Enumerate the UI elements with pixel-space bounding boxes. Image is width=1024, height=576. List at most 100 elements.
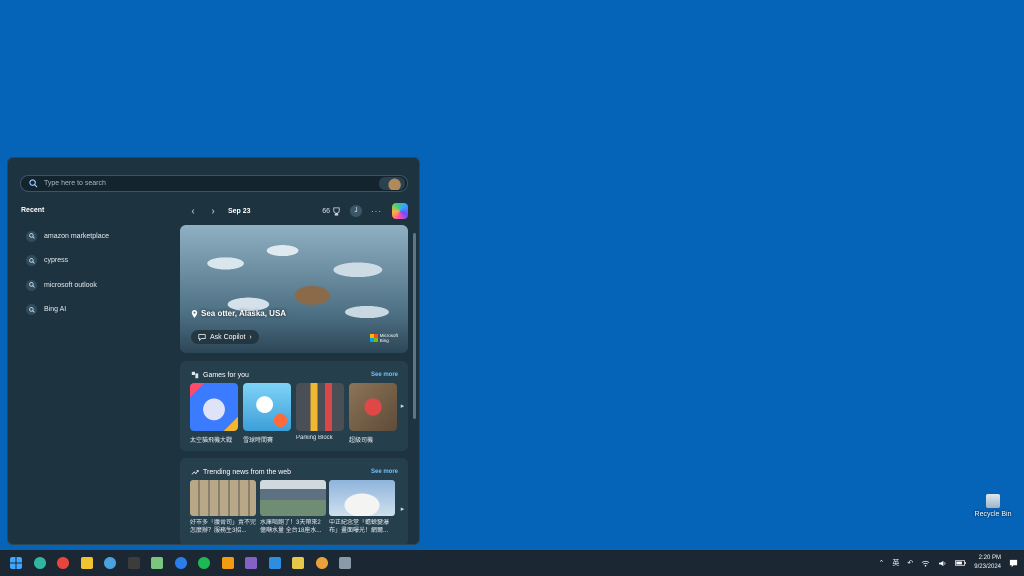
chevron-up-icon[interactable]: ⌃	[879, 559, 885, 567]
volume-icon[interactable]	[938, 560, 947, 567]
ime-indicator[interactable]: 英	[892, 558, 899, 568]
news-thumbnail	[190, 480, 256, 516]
visual-studio-taskbar-button[interactable]	[242, 554, 260, 572]
game-thumbnail	[190, 383, 238, 431]
ask-copilot-label: Ask Copilot	[210, 333, 246, 341]
scrollbar-thumb[interactable]	[413, 233, 416, 419]
recent-heading: Recent	[21, 207, 45, 214]
search-icon	[26, 304, 37, 316]
taskbar: ⌃ 英 ↶ 2:20 PM 9/23/2024	[0, 550, 1024, 576]
more-options-icon[interactable]: ···	[371, 207, 382, 216]
file-explorer-taskbar-button[interactable]	[78, 554, 96, 572]
ime-mode-icon[interactable]: ↶	[907, 559, 913, 567]
game-tile[interactable]: Parking Block	[296, 383, 344, 441]
chrome-icon	[57, 557, 69, 569]
app-blue-taskbar-button[interactable]	[101, 554, 119, 572]
brand-line-2: Bing	[379, 338, 389, 343]
recent-item[interactable]: Bing AI	[26, 298, 176, 323]
search-icon	[26, 279, 37, 291]
trophy-icon[interactable]	[332, 206, 341, 216]
game-name: 雪球時間賽	[243, 438, 274, 444]
spotify-taskbar-button[interactable]	[195, 554, 213, 572]
games-header: Games for you See more	[191, 370, 398, 380]
chrome-canary-taskbar-button[interactable]	[313, 554, 331, 572]
news-thumbnail	[329, 480, 395, 516]
wifi-icon[interactable]	[921, 560, 930, 567]
browser-taskbar-button[interactable]	[172, 554, 190, 572]
ask-copilot-button[interactable]: Ask Copilot ›	[191, 330, 259, 344]
news-item[interactable]: 中正紀念堂「蟾蜍變瀑布」畫面曝光！網爾...	[329, 480, 395, 535]
news-item[interactable]: 好市多「腹膏司」賣不完怎麼辦？服務生3招...	[190, 480, 256, 535]
search-highlight-image[interactable]	[379, 177, 405, 190]
image-location[interactable]: Sea otter, Alaska, USA	[191, 309, 286, 318]
paint-icon	[292, 557, 304, 569]
notification-icon[interactable]	[1009, 559, 1018, 568]
notepad-icon	[151, 557, 163, 569]
edge-taskbar-button[interactable]	[31, 554, 49, 572]
news-item[interactable]: 水庫喝飽了！3天帶來2億噸水量 全台18座水...	[260, 480, 326, 535]
chrome-taskbar-button[interactable]	[54, 554, 72, 572]
recycle-bin[interactable]: Recycle Bin	[970, 494, 1016, 524]
search-icon	[26, 230, 37, 242]
news-caption: 好市多「腹膏司」賣不完怎麼辦？服務生3招...	[190, 520, 256, 534]
games-title: Games for you	[203, 371, 249, 379]
search-input[interactable]	[44, 180, 379, 187]
news-thumbnail	[260, 480, 326, 516]
game-thumbnail	[243, 383, 291, 431]
avatar[interactable]: J	[350, 205, 362, 217]
paint-taskbar-button[interactable]	[289, 554, 307, 572]
scrollbar[interactable]	[412, 225, 417, 542]
battery-icon[interactable]	[955, 560, 967, 566]
recycle-bin-label: Recycle Bin	[974, 511, 1012, 518]
search-app-taskbar-button[interactable]	[219, 554, 237, 572]
game-tile[interactable]: 太空貓飛機大戰	[190, 383, 238, 444]
recent-item-label: microsoft outlook	[44, 281, 97, 289]
clock[interactable]: 2:20 PM 9/23/2024	[974, 554, 1001, 572]
browser-icon	[174, 557, 187, 569]
game-tile[interactable]: 雪球時間賽	[243, 383, 291, 444]
chevron-right-icon: ›	[249, 333, 252, 341]
copilot-icon[interactable]	[392, 203, 408, 219]
search-box[interactable]	[20, 175, 408, 192]
recent-item[interactable]: cypress	[26, 249, 176, 274]
chevron-right-icon[interactable]: ▸	[399, 502, 406, 516]
settings-taskbar-button[interactable]	[336, 554, 354, 572]
games-card: Games for you See more 太空貓飛機大戰 雪球時間賽 Par…	[180, 361, 408, 451]
game-name: 太空貓飛機大戰	[190, 438, 233, 444]
news-see-more-link[interactable]: See more	[371, 469, 398, 475]
settings-icon	[339, 557, 351, 569]
trending-news-card: Trending news from the web See more 好市多「…	[180, 458, 408, 544]
search-icon	[29, 179, 38, 188]
news-title: Trending news from the web	[203, 468, 292, 476]
system-tray: ⌃ 英 ↶ 2:20 PM 9/23/2024	[879, 554, 1018, 572]
edge-icon	[33, 557, 46, 569]
recent-item[interactable]: microsoft outlook	[26, 273, 176, 298]
rewards-points[interactable]: 66	[322, 208, 330, 215]
recent-item[interactable]: amazon marketplace	[26, 224, 176, 249]
game-thumbnail	[349, 383, 397, 431]
games-see-more-link[interactable]: See more	[371, 372, 398, 378]
microsoft-logo-icon	[369, 334, 378, 342]
news-caption: 中正紀念堂「蟾蜍變瀑布」畫面曝光！網爾...	[329, 520, 390, 534]
current-date: Sep 23	[228, 207, 251, 215]
start-taskbar-button[interactable]	[7, 554, 25, 572]
recent-list: amazon marketplace cypress microsoft out…	[26, 224, 176, 322]
terminal-taskbar-button[interactable]	[125, 554, 143, 572]
game-thumbnail	[296, 383, 344, 431]
location-pin-icon	[191, 309, 198, 318]
game-tile[interactable]: 超級司機	[349, 383, 397, 444]
notepad-taskbar-button[interactable]	[148, 554, 166, 572]
daily-image-card[interactable]: Sea otter, Alaska, USA Ask Copilot › Mic…	[180, 225, 408, 353]
clock-date: 9/23/2024	[974, 564, 1001, 570]
game-name: 超級司機	[349, 438, 374, 444]
chevron-left-icon[interactable]: ‹	[186, 204, 200, 218]
vscode-taskbar-button[interactable]	[266, 554, 284, 572]
search-app-icon	[221, 557, 234, 569]
chevron-right-icon[interactable]: ›	[206, 204, 220, 218]
games-icon	[191, 371, 199, 379]
news-caption: 水庫喝飽了！3天帶來2億噸水量 全台18座水...	[260, 520, 322, 534]
recycle-bin-icon	[986, 494, 1000, 508]
app-blue-icon	[104, 557, 116, 569]
chevron-right-icon[interactable]: ▸	[399, 399, 406, 413]
visual-studio-icon	[245, 557, 257, 569]
